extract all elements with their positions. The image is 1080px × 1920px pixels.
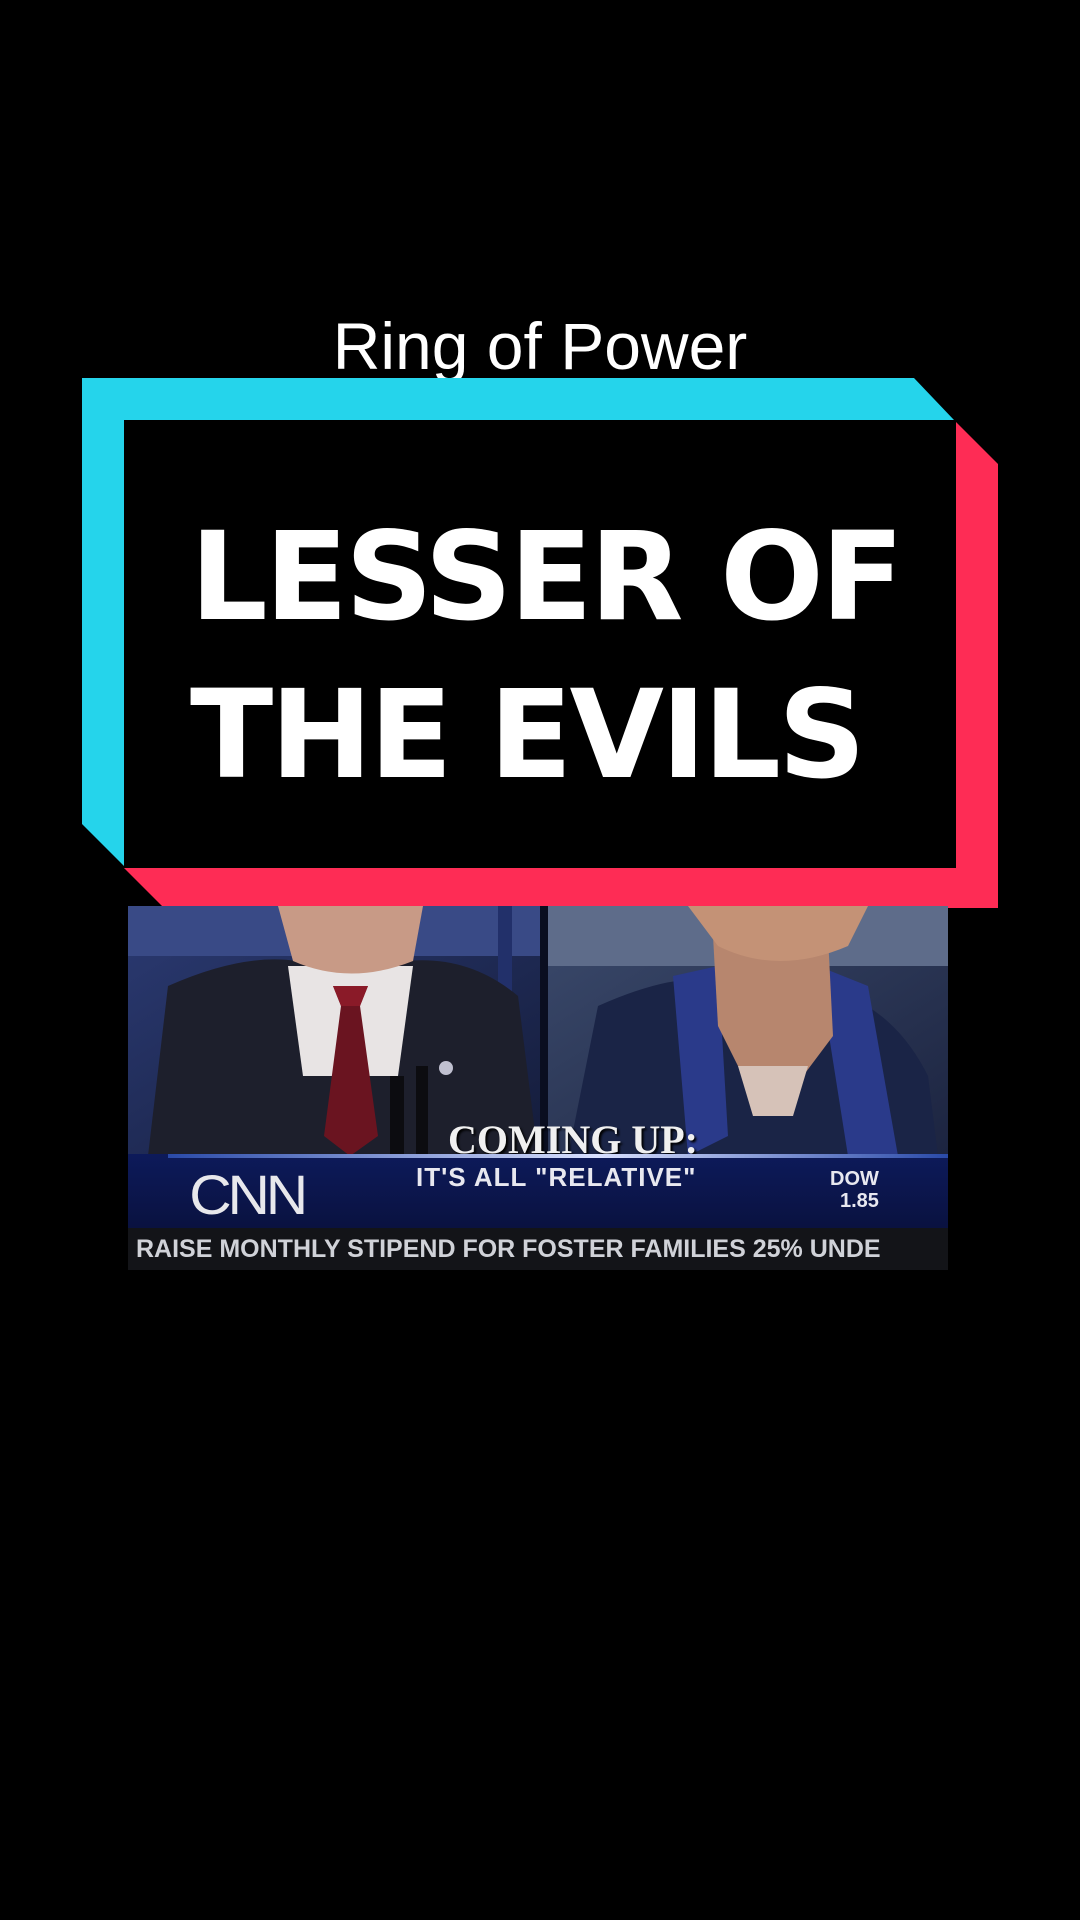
news-ticker: RAISE MONTHLY STIPEND FOR FOSTER FAMILIE…: [128, 1228, 948, 1270]
cnn-logo: CNN: [189, 1163, 308, 1226]
news-video-frame: COMING UP: CNN IT'S ALL "RELATIVE" DOW 1…: [128, 906, 948, 1270]
video-caption: Ring of Power: [332, 309, 748, 383]
left-man-chin: [278, 906, 423, 974]
headline-line-2: THE EVILS: [190, 664, 866, 806]
dow-label: DOW: [830, 1168, 879, 1190]
headline-line-1: LESSER OF: [190, 506, 904, 648]
headline: LESSER OF THE EVILS: [190, 498, 940, 814]
left-man-pin: [439, 1061, 453, 1075]
lower-third-subline: IT'S ALL "RELATIVE": [416, 1162, 697, 1192]
dow-indicator: DOW 1.85: [830, 1168, 879, 1212]
lower-third-highlight: [168, 1154, 948, 1158]
microphone: [416, 1066, 428, 1156]
dow-value: 1.85: [839, 1190, 879, 1212]
microphone: [390, 1076, 404, 1156]
